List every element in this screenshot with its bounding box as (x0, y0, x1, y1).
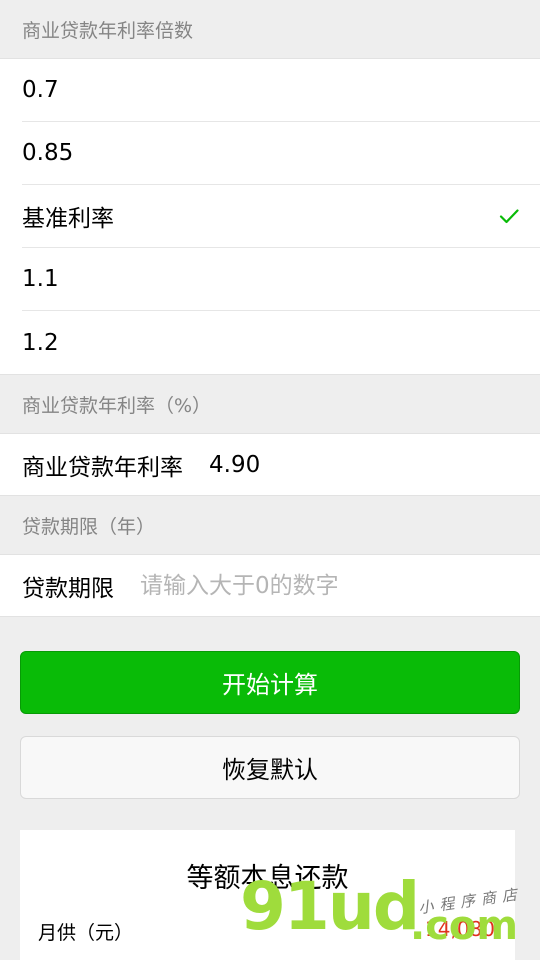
multiplier-option-1-1[interactable]: 1.1 (22, 248, 540, 311)
multiplier-option-0-85[interactable]: 0.85 (22, 122, 540, 185)
multiplier-radio-group: 0.7 0.85 基准利率 1.1 1.2 (0, 58, 540, 375)
rate-input[interactable] (209, 451, 518, 478)
reset-button[interactable]: 恢复默认 (20, 736, 520, 799)
button-area: 开始计算 恢复默认 (0, 617, 540, 799)
monthly-payment-value: 14,080 (425, 917, 495, 941)
monthly-payment-label: 月供（元） (38, 922, 134, 944)
term-input-row: 贷款期限 (0, 555, 540, 616)
rate-section-title: 商业贷款年利率（%） (22, 394, 212, 417)
result-card: 等额本息还款 月供（元） 14,080 (20, 830, 515, 960)
multiplier-option-label: 1.1 (22, 266, 59, 292)
result-title: 等额本息还款 (186, 863, 349, 894)
term-input[interactable] (140, 572, 518, 599)
rate-input-row: 商业贷款年利率 (0, 434, 540, 495)
multiplier-option-base-rate[interactable]: 基准利率 (22, 185, 540, 248)
multiplier-option-label: 基准利率 (22, 206, 114, 232)
checkmark-icon (499, 209, 519, 224)
term-input-group: 贷款期限 (0, 554, 540, 617)
multiplier-option-1-2[interactable]: 1.2 (22, 311, 540, 374)
calculate-button[interactable]: 开始计算 (20, 651, 520, 714)
multiplier-section-title: 商业贷款年利率倍数 (22, 19, 194, 42)
multiplier-option-label: 0.85 (22, 140, 74, 166)
term-input-label: 贷款期限 (22, 575, 114, 602)
term-section-title: 贷款期限（年） (22, 515, 156, 538)
rate-input-label: 商业贷款年利率 (22, 454, 183, 481)
multiplier-option-label: 0.7 (22, 77, 59, 103)
multiplier-option-0-7[interactable]: 0.7 (22, 59, 540, 122)
multiplier-option-label: 1.2 (22, 329, 59, 356)
rate-input-group: 商业贷款年利率 (0, 433, 540, 496)
